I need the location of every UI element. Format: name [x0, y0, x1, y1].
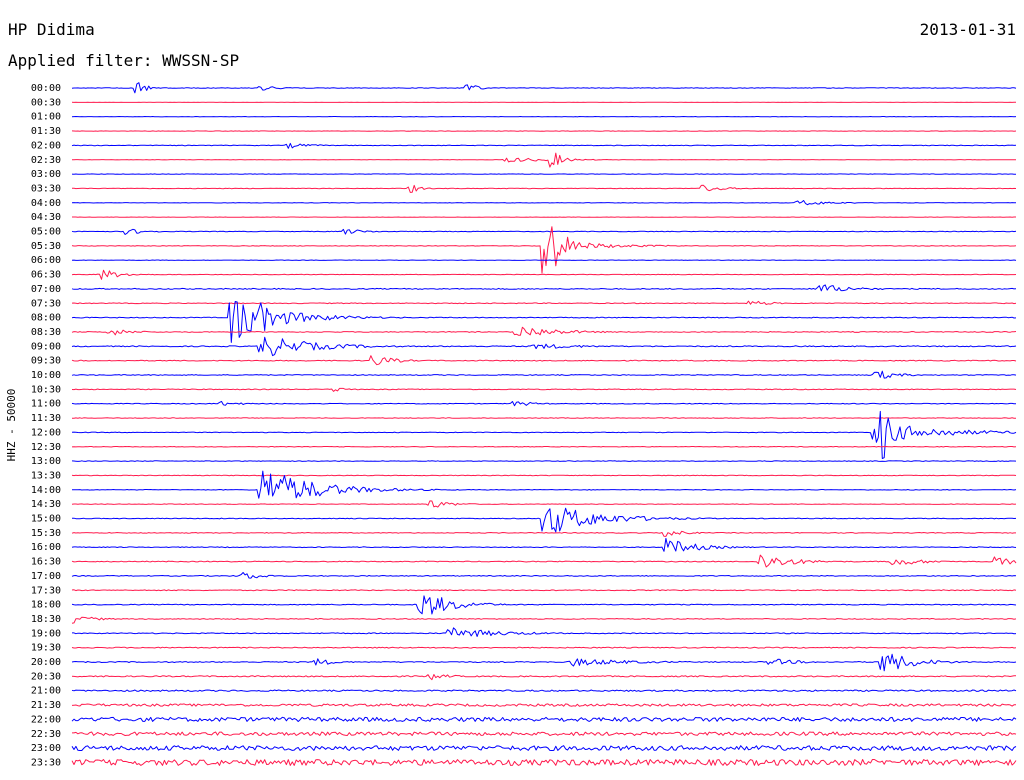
- trace-0930: [71, 355, 1017, 366]
- trace-2100: [71, 689, 1017, 692]
- time-tick-label: 01:00: [31, 112, 61, 123]
- trace-1930: [71, 646, 1017, 649]
- trace-1800: [71, 595, 1017, 615]
- time-tick-label: 15:00: [31, 514, 61, 525]
- time-tick-label: 08:30: [31, 327, 61, 338]
- trace-0000: [71, 82, 1017, 94]
- time-tick-label: 12:00: [31, 427, 61, 438]
- time-tick-label: 06:00: [31, 255, 61, 266]
- time-tick-label: 07:00: [31, 284, 61, 295]
- time-tick-label: 22:00: [31, 714, 61, 725]
- y-axis-label: HHZ - 50000: [5, 389, 18, 462]
- time-tick-label: 23:00: [31, 743, 61, 754]
- trace-1230: [71, 446, 1017, 448]
- trace-1430: [71, 500, 1017, 508]
- trace-0330: [72, 184, 1017, 193]
- time-tick-label: 07:30: [31, 298, 61, 309]
- time-tick-label: 13:30: [31, 470, 61, 481]
- time-tick-label: 14:00: [31, 485, 61, 496]
- trace-1030: [71, 387, 1017, 392]
- time-tick-label: 20:30: [31, 671, 61, 682]
- time-tick-label: 09:00: [31, 341, 61, 352]
- trace-0630: [71, 269, 1017, 280]
- time-tick-label: 01:30: [31, 126, 61, 137]
- time-tick-label: 00:00: [31, 83, 61, 94]
- time-tick-label: 16:00: [31, 542, 61, 553]
- trace-0400: [71, 200, 1017, 206]
- time-tick-label: 10:30: [31, 384, 61, 395]
- time-tick-label: 08:00: [31, 313, 61, 324]
- trace-0900: [71, 336, 1017, 357]
- trace-1730: [71, 589, 1017, 592]
- trace-1300: [71, 460, 1017, 462]
- time-tick-label: 16:30: [31, 557, 61, 568]
- time-tick-label: 05:00: [31, 227, 61, 238]
- trace-1000: [71, 370, 1017, 379]
- trace-1530: [71, 530, 1016, 537]
- time-tick-label: 05:30: [31, 241, 61, 252]
- filter-label: Applied filter: WWSSN-SP: [8, 51, 239, 70]
- trace-0200: [71, 142, 1017, 149]
- time-tick-label: 03:00: [31, 169, 61, 180]
- time-tick-label: 17:00: [31, 571, 61, 582]
- time-tick-label: 14:30: [31, 499, 61, 510]
- station-title: HP Didima: [8, 20, 95, 39]
- seismic-traces: [71, 82, 1017, 766]
- trace-2000: [71, 653, 1017, 672]
- time-tick-label: 09:30: [31, 356, 61, 367]
- trace-2200: [71, 716, 1017, 722]
- time-tick-label: 11:00: [31, 399, 61, 410]
- trace-0530: [71, 226, 1017, 274]
- trace-1700: [71, 572, 1017, 579]
- trace-1330: [71, 474, 1017, 477]
- trace-2230: [72, 731, 1017, 736]
- trace-0800: [71, 301, 1017, 343]
- trace-0230: [72, 152, 1016, 168]
- time-tick-label: 12:30: [31, 442, 61, 453]
- time-tick-label: 18:30: [31, 614, 61, 625]
- time-tick-label: 19:30: [31, 643, 61, 654]
- trace-1500: [71, 507, 1017, 533]
- time-tick-label: 02:30: [31, 155, 61, 166]
- time-tick-label: 22:30: [31, 729, 61, 740]
- trace-0700: [71, 284, 1017, 292]
- trace-2300: [71, 745, 1017, 751]
- trace-1100: [71, 400, 1016, 407]
- time-tick-label: 00:30: [31, 97, 61, 108]
- time-tick-label: 11:30: [31, 413, 61, 424]
- trace-0830: [71, 326, 1017, 336]
- trace-2330: [71, 759, 1017, 766]
- trace-1130: [72, 417, 1017, 419]
- trace-2030: [71, 674, 1016, 681]
- time-tick-label: 13:00: [31, 456, 61, 467]
- time-tick-label: 10:00: [31, 370, 61, 381]
- time-tick-label: 02:00: [31, 140, 61, 151]
- time-tick-label: 18:00: [31, 600, 61, 611]
- time-tick-labels: 00:00 00:30 01:00 01:30 02:00 02:30 03:00 03:30…: [31, 83, 61, 768]
- helicorder-chart: HP Didima 2013-01-31 Applied filter: WWS…: [5, 20, 1017, 768]
- time-tick-label: 06:30: [31, 270, 61, 281]
- time-tick-label: 17:30: [31, 585, 61, 596]
- time-tick-label: 21:00: [31, 686, 61, 697]
- time-tick-label: 15:30: [31, 528, 61, 539]
- time-tick-label: 21:30: [31, 700, 61, 711]
- trace-0500: [71, 228, 1017, 235]
- trace-1830: [71, 616, 1017, 624]
- trace-1900: [72, 627, 1017, 637]
- date-label: 2013-01-31: [920, 20, 1016, 39]
- time-tick-label: 03:30: [31, 183, 61, 194]
- time-tick-label: 20:00: [31, 657, 61, 668]
- time-tick-label: 04:30: [31, 212, 61, 223]
- trace-1630: [71, 554, 1017, 568]
- time-tick-label: 04:00: [31, 198, 61, 209]
- trace-1600: [71, 537, 1017, 552]
- time-tick-label: 23:30: [31, 757, 61, 768]
- trace-2130: [71, 703, 1016, 707]
- time-tick-label: 19:00: [31, 628, 61, 639]
- trace-0730: [71, 300, 1017, 305]
